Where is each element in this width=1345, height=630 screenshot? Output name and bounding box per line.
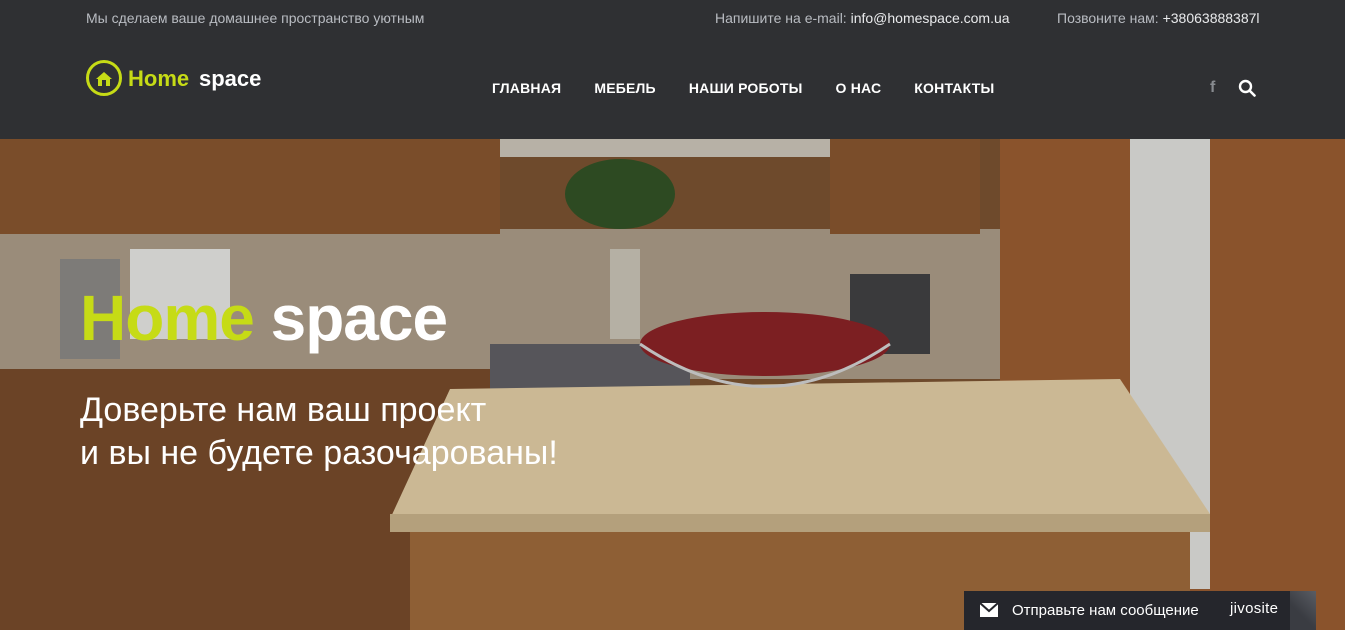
site-header: Home space ГЛАВНАЯ МЕБЕЛЬ НАШИ РОБОТЫ О …	[0, 36, 1345, 139]
logo-word-home: Home	[128, 66, 190, 91]
hero-title-gap	[254, 282, 271, 354]
email-link[interactable]: info@homespace.com.ua	[851, 10, 1010, 26]
logo-word-space: space	[199, 66, 262, 91]
site-logo[interactable]: Home space	[86, 58, 276, 104]
nav-item-works[interactable]: НАШИ РОБОТЫ	[689, 80, 803, 96]
house-icon	[96, 72, 112, 86]
envelope-icon	[980, 603, 998, 617]
hero-line-1: Доверьте нам ваш проект	[80, 391, 487, 429]
chat-message-label: Отправьте нам сообщение	[1012, 602, 1199, 619]
phone-link[interactable]: +38063888387l	[1163, 10, 1260, 26]
hero-subtitle: Доверьте нам ваш проект и вы не будете р…	[80, 389, 558, 475]
phone-contact: Позвоните нам: +38063888387l	[1057, 10, 1260, 26]
main-nav: ГЛАВНАЯ МЕБЕЛЬ НАШИ РОБОТЫ О НАС КОНТАКТ…	[492, 80, 994, 96]
hero-line-2: и вы не будете разочарованы!	[80, 434, 558, 472]
facebook-icon[interactable]: f	[1210, 79, 1215, 97]
email-contact: Напишите на e-mail: info@homespace.com.u…	[715, 10, 1010, 26]
hero-title-space: space	[270, 282, 448, 354]
nav-item-about[interactable]: О НАС	[836, 80, 882, 96]
nav-item-contacts[interactable]: КОНТАКТЫ	[914, 80, 994, 96]
top-bar: Мы сделаем ваше домашнее пространство ую…	[0, 0, 1345, 36]
nav-item-furniture[interactable]: МЕБЕЛЬ	[594, 80, 656, 96]
hero-title-home: Home	[80, 282, 255, 354]
nav-item-home[interactable]: ГЛАВНАЯ	[492, 80, 561, 96]
kitchen-background-image	[0, 139, 1345, 630]
search-icon[interactable]	[1238, 79, 1256, 97]
chat-corner-fold	[1290, 591, 1316, 630]
hero-title: Home space	[80, 281, 448, 355]
chat-brand-label: jivosite	[1230, 600, 1279, 617]
tagline: Мы сделаем ваше домашнее пространство ую…	[86, 10, 425, 26]
chat-widget-button[interactable]: Отправьте нам сообщение jivosite	[964, 591, 1316, 630]
email-label: Напишите на e-mail:	[715, 10, 851, 26]
hero-banner: Home space Доверьте нам ваш проект и вы …	[0, 139, 1345, 630]
phone-label: Позвоните нам:	[1057, 10, 1163, 26]
